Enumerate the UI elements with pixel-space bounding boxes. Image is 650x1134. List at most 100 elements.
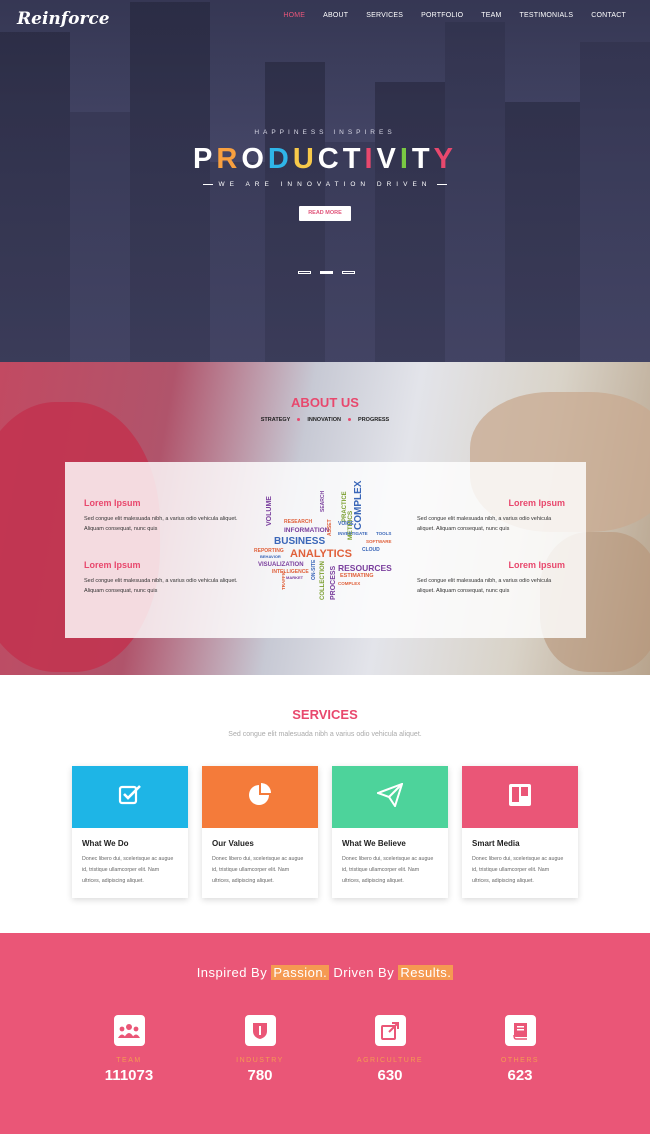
- hero-subtitle: HAPPINESS INSPIRES: [254, 129, 396, 136]
- slider-dot[interactable]: [342, 271, 355, 274]
- hero-title-letter: V: [376, 143, 400, 175]
- trello-icon: [508, 783, 532, 812]
- service-card-what-we-do[interactable]: What We Do Donec libero dui, scelerisque…: [72, 766, 188, 898]
- stat-agriculture: AGRICULTURE 630: [340, 1015, 440, 1084]
- stats-heading: Inspired By Passion. Driven By Results.: [196, 965, 454, 980]
- service-card-smart-media[interactable]: Smart Media Donec libero dui, scelerisqu…: [462, 766, 578, 898]
- word-cloud-word: PROCESS: [330, 565, 337, 600]
- feature-text: Sed congue elit malesuada nibh, a varius…: [417, 516, 552, 532]
- service-card-header: [462, 766, 578, 828]
- feature-text: Sed congue elit malesuada nibh, a varius…: [84, 516, 238, 532]
- nav-item-team[interactable]: TEAM: [481, 12, 501, 19]
- hero-title-letter: Y: [433, 143, 457, 175]
- word-cloud-word: MARKET: [286, 575, 304, 580]
- about-section: ABOUT US STRATEGY INNOVATION PROGRESS Lore…: [0, 362, 650, 675]
- word-cloud-word: VOLUME: [266, 496, 273, 526]
- feature-title: Lorem Ipsum: [84, 498, 141, 508]
- word-cloud-word: TRAFFIC: [281, 570, 286, 590]
- services-title: SERVICES: [292, 707, 358, 722]
- about-title: ABOUT US: [291, 395, 359, 410]
- read-more-button[interactable]: READ MORE: [299, 206, 351, 221]
- word-cloud-word: RESOURCES: [338, 563, 392, 573]
- word-cloud-word: SOFTWARE: [366, 539, 392, 544]
- word-cloud-word: ESTIMATING: [340, 573, 374, 579]
- service-card-header: [202, 766, 318, 828]
- slider-dot-active[interactable]: [320, 271, 333, 274]
- hero-title-letter: P: [193, 143, 217, 175]
- external-link-icon: [374, 1015, 406, 1046]
- group-icon: [113, 1015, 145, 1046]
- service-text: Donec libero dui, scelerisque ac augue i…: [212, 856, 304, 884]
- word-cloud-word: RESEARCH: [284, 519, 313, 525]
- hero-title-letter: I: [364, 143, 377, 175]
- hero-section: Reinforce HOME ABOUT SERVICES PORTFOLIO …: [0, 0, 650, 362]
- stat-value: 630: [377, 1067, 403, 1084]
- hero-title-letter: I: [399, 143, 412, 175]
- service-text: Donec libero dui, scelerisque ac augue i…: [342, 856, 434, 884]
- nav-item-services[interactable]: SERVICES: [366, 12, 403, 19]
- stat-others: OTHERS 623: [470, 1015, 570, 1084]
- hero-title-letter: T: [342, 143, 365, 175]
- about-feature: Lorem Ipsum Sed congue elit malesuada ni…: [417, 560, 565, 596]
- paper-plane-icon: [375, 781, 404, 812]
- word-cloud-word: SEARCH: [320, 490, 326, 512]
- word-cloud-word: COMPLEX: [353, 480, 364, 530]
- word-cloud-word: BEHAVIOR: [260, 554, 281, 559]
- word-cloud-word: ASSET: [327, 519, 333, 536]
- word-cloud-word: COMPLEX: [338, 581, 361, 586]
- service-title: What We Do: [82, 839, 129, 848]
- feature-text: Sed congue elit malesuada nibh, a varius…: [417, 578, 552, 594]
- hero-title-letter: T: [411, 143, 434, 175]
- services-subtitle: Sed congue elit malesuada nibh a varius …: [228, 731, 422, 738]
- stats-section: Inspired By Passion. Driven By Results. …: [0, 933, 650, 1134]
- hero-title-letter: U: [292, 143, 318, 175]
- about-tags: STRATEGY INNOVATION PROGRESS: [260, 417, 390, 423]
- word-cloud-word: INVESTIGATE: [338, 531, 368, 536]
- main-nav: HOME ABOUT SERVICES PORTFOLIO TEAM TESTI…: [265, 12, 626, 19]
- stat-industry: INDUSTRY 780: [210, 1015, 310, 1084]
- word-cloud-word: CLOUD: [362, 547, 380, 553]
- site-logo[interactable]: Reinforce: [17, 9, 110, 29]
- hero-title: PRODUCTIVITY: [0, 143, 650, 176]
- word-cloud-word: INFORMATION: [284, 527, 330, 534]
- service-title: Our Values: [212, 839, 254, 848]
- service-title: What We Believe: [342, 839, 406, 848]
- service-title: Smart Media: [472, 839, 520, 848]
- about-feature: Lorem Ipsum Sed congue elit malesuada ni…: [417, 498, 565, 534]
- word-cloud-word: ON-SITE: [311, 559, 317, 580]
- word-cloud-word: ANALYTICS: [290, 548, 352, 560]
- stat-team: TEAM 111073: [79, 1015, 179, 1084]
- service-card-our-values[interactable]: Our Values Donec libero dui, scelerisque…: [202, 766, 318, 898]
- service-card-header: [332, 766, 448, 828]
- nav-item-testimonials[interactable]: TESTIMONIALS: [520, 12, 574, 19]
- word-cloud-word: BUSINESS: [274, 536, 326, 547]
- stat-label: INDUSTRY: [236, 1057, 284, 1064]
- word-cloud-word: TOOLS: [376, 531, 392, 536]
- hero-title-letter: C: [317, 143, 343, 175]
- feature-text: Sed congue elit malesuada nibh, a varius…: [84, 578, 238, 594]
- hero-title-letter: R: [216, 143, 242, 175]
- hero-title-letter: O: [241, 143, 268, 175]
- nav-item-home[interactable]: HOME: [283, 12, 305, 19]
- slider-dots: [298, 271, 355, 274]
- stat-value: 623: [507, 1067, 533, 1084]
- service-text: Donec libero dui, scelerisque ac augue i…: [82, 856, 174, 884]
- about-feature: Lorem Ipsum Sed congue elit malesuada ni…: [84, 560, 254, 596]
- word-cloud-word: VOICE: [338, 521, 354, 527]
- service-text: Donec libero dui, scelerisque ac augue i…: [472, 856, 564, 884]
- service-card-header: [72, 766, 188, 828]
- feature-title: Lorem Ipsum: [84, 560, 141, 570]
- slider-dot[interactable]: [298, 271, 311, 274]
- nav-item-portfolio[interactable]: PORTFOLIO: [421, 12, 463, 19]
- word-cloud-word: VISUALIZATION: [258, 562, 304, 568]
- nav-item-about[interactable]: ABOUT: [323, 12, 348, 19]
- stat-value: 780: [247, 1067, 273, 1084]
- stat-value: 111073: [104, 1067, 154, 1084]
- nav-item-contact[interactable]: CONTACT: [591, 12, 626, 19]
- shield-icon: [244, 1015, 276, 1046]
- feature-title: Lorem Ipsum: [508, 560, 565, 570]
- hero-tagline: WE ARE INNOVATION DRIVEN: [0, 181, 650, 188]
- service-card-what-we-believe[interactable]: What We Believe Donec libero dui, sceler…: [332, 766, 448, 898]
- pie-chart-icon: [247, 782, 273, 813]
- hero-title-letter: D: [267, 143, 293, 175]
